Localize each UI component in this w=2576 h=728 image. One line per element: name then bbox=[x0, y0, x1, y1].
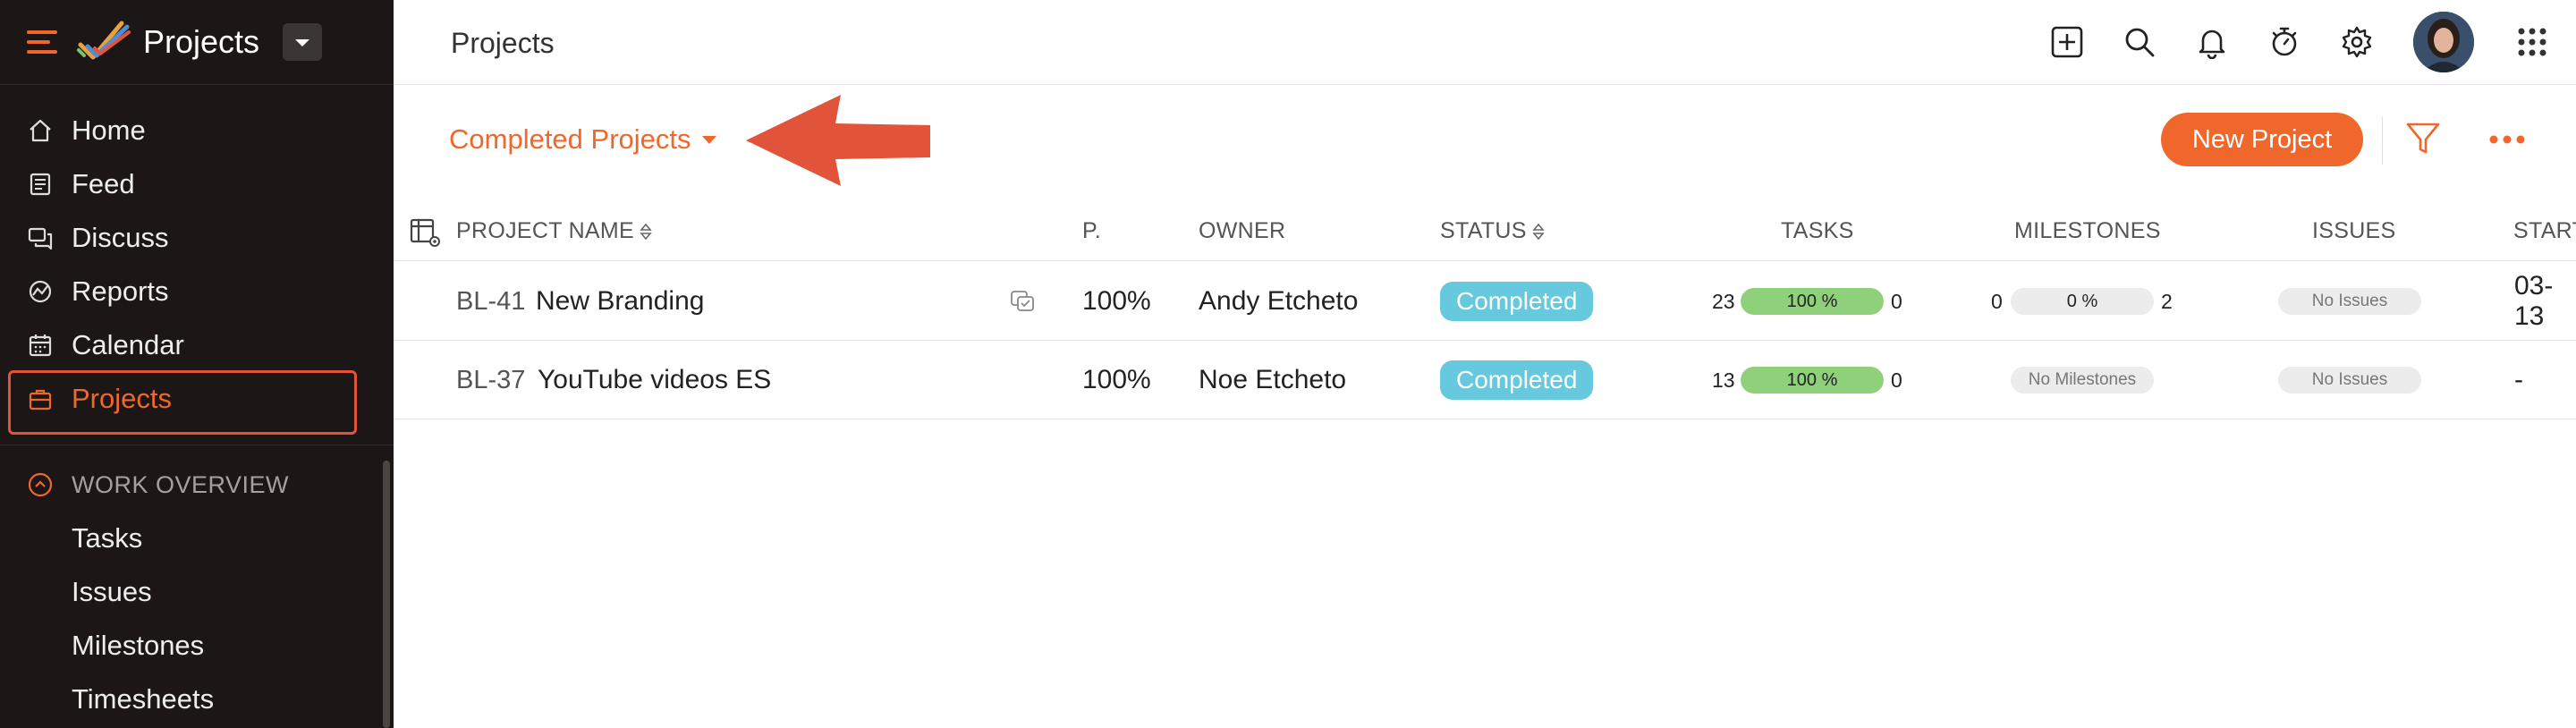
user-avatar[interactable] bbox=[2413, 12, 2474, 72]
table-row[interactable]: BL-41 New Branding 100% Andy Etcheto Com… bbox=[394, 262, 2576, 341]
column-header-issues[interactable]: ISSUES bbox=[2312, 218, 2396, 244]
sidebar-item-feed[interactable]: Feed bbox=[27, 161, 135, 207]
discussion-icon[interactable] bbox=[1009, 262, 1036, 341]
sidebar-item-label: Reports bbox=[72, 275, 169, 307]
sidebar-item-tasks[interactable]: Tasks bbox=[72, 522, 142, 554]
sidebar-item-milestones[interactable]: Milestones bbox=[72, 630, 204, 662]
column-settings-icon[interactable] bbox=[410, 216, 442, 249]
project-name-link[interactable]: New Branding bbox=[536, 262, 704, 341]
sidebar-item-label: Calendar bbox=[72, 329, 184, 360]
project-owner[interactable]: Andy Etcheto bbox=[1199, 262, 1358, 341]
timer-icon[interactable] bbox=[2264, 21, 2305, 63]
sidebar-item-label: Projects bbox=[72, 383, 172, 414]
column-header-milestones[interactable]: MILESTONES bbox=[2014, 218, 2161, 244]
status-cell: Completed bbox=[1440, 341, 1594, 419]
tasks-progress-bar: 100 % bbox=[1741, 367, 1884, 394]
progress-label: 100 % bbox=[1786, 291, 1838, 311]
sidebar-scrollbar[interactable] bbox=[383, 461, 390, 728]
sidebar-item-home[interactable]: Home bbox=[27, 107, 146, 154]
briefcase-icon bbox=[27, 385, 54, 412]
chevron-up-circle-icon bbox=[27, 471, 54, 498]
sidebar-item-label: Feed bbox=[72, 168, 135, 199]
page-title: Projects bbox=[451, 27, 555, 59]
column-label: PROJECT NAME bbox=[456, 218, 634, 243]
milestones-closed-count[interactable]: 2 bbox=[2161, 262, 2173, 341]
bell-icon[interactable] bbox=[2191, 21, 2233, 63]
progress-label: 0 % bbox=[2066, 291, 2098, 311]
project-owner[interactable]: Noe Etcheto bbox=[1199, 341, 1346, 419]
column-label: STATUS bbox=[1440, 218, 1527, 243]
sidebar-item-label: Discuss bbox=[72, 222, 169, 253]
sidebar-item-discuss[interactable]: Discuss bbox=[27, 215, 169, 261]
work-overview-toggle[interactable]: WORK OVERVIEW bbox=[27, 467, 289, 503]
sidebar-item-label: Home bbox=[72, 114, 146, 146]
column-header-owner[interactable]: OWNER bbox=[1199, 218, 1285, 244]
reports-icon bbox=[27, 278, 54, 305]
column-header-tasks[interactable]: TASKS bbox=[1781, 218, 1854, 244]
more-options-icon[interactable] bbox=[2488, 134, 2526, 145]
issues-badge: No Issues bbox=[2278, 288, 2421, 315]
progress-label: 100 % bbox=[1786, 369, 1838, 390]
project-id: BL-37 bbox=[456, 365, 526, 394]
sort-icon bbox=[1532, 223, 1545, 240]
caret-down-icon bbox=[701, 135, 716, 144]
sidebar-header: Projects bbox=[0, 0, 394, 85]
milestones-progress-bar: 0 % bbox=[2011, 288, 2154, 315]
column-header-status[interactable]: STATUS bbox=[1440, 218, 1545, 244]
toolbar-divider bbox=[2382, 116, 2383, 165]
status-badge[interactable]: Completed bbox=[1440, 360, 1594, 400]
table-header: PROJECT NAME P. OWNER STATUS TASKS MILES… bbox=[394, 207, 2576, 261]
sidebar-item-issues[interactable]: Issues bbox=[72, 576, 152, 608]
start-date: - bbox=[2514, 365, 2523, 394]
new-project-button[interactable]: New Project bbox=[2161, 113, 2363, 166]
sidebar-divider bbox=[0, 444, 394, 445]
section-title: WORK OVERVIEW bbox=[72, 470, 290, 498]
milestones-open-count[interactable]: 0 bbox=[1991, 262, 2003, 341]
start-date: 03-13 bbox=[2514, 271, 2554, 331]
view-label: Completed Projects bbox=[449, 123, 691, 155]
sidebar-item-projects[interactable]: Projects bbox=[27, 376, 172, 422]
home-icon bbox=[27, 117, 54, 144]
sort-icon bbox=[640, 223, 652, 240]
project-name-link[interactable]: YouTube videos ES bbox=[538, 341, 771, 419]
column-header-project-name[interactable]: PROJECT NAME bbox=[456, 218, 652, 244]
app-logo bbox=[77, 21, 131, 60]
status-cell: Completed bbox=[1440, 262, 1594, 341]
issues-badge: No Issues bbox=[2278, 367, 2421, 394]
tasks-closed-count[interactable]: 0 bbox=[1891, 341, 1902, 419]
top-header: Projects bbox=[394, 0, 2576, 85]
annotation-arrow bbox=[746, 95, 930, 186]
tasks-progress-bar: 100 % bbox=[1741, 288, 1884, 315]
discuss-icon bbox=[27, 224, 54, 251]
sidebar: Projects Home Feed Discuss Reports Calen… bbox=[0, 0, 394, 728]
project-percent: 100% bbox=[1082, 365, 1151, 394]
app-title: Projects bbox=[143, 23, 260, 60]
sidebar-item-calendar[interactable]: Calendar bbox=[27, 322, 184, 368]
column-header-start[interactable]: START bbox=[2513, 218, 2576, 244]
milestones-badge: No Milestones bbox=[2011, 367, 2154, 394]
tasks-open-count[interactable]: 13 bbox=[1712, 341, 1735, 419]
status-badge[interactable]: Completed bbox=[1440, 282, 1594, 321]
project-percent: 100% bbox=[1082, 286, 1151, 316]
add-icon[interactable] bbox=[2046, 21, 2088, 63]
search-icon[interactable] bbox=[2119, 21, 2160, 63]
feed-icon bbox=[27, 171, 54, 198]
table-row[interactable]: BL-37 YouTube videos ES 100% Noe Etcheto… bbox=[394, 341, 2576, 419]
project-id: BL-41 bbox=[456, 286, 526, 316]
sidebar-item-reports[interactable]: Reports bbox=[27, 268, 169, 315]
apps-grid-icon[interactable] bbox=[2512, 21, 2553, 63]
tasks-open-count[interactable]: 23 bbox=[1712, 262, 1735, 341]
column-header-percent[interactable]: P. bbox=[1082, 218, 1101, 244]
calendar-icon bbox=[27, 332, 54, 359]
sidebar-item-timesheets[interactable]: Timesheets bbox=[72, 683, 214, 715]
project-view-dropdown[interactable]: Completed Projects bbox=[449, 123, 716, 156]
settings-gear-icon[interactable] bbox=[2336, 21, 2377, 63]
tasks-closed-count[interactable]: 0 bbox=[1891, 262, 1902, 341]
filter-icon[interactable] bbox=[2404, 120, 2442, 157]
app-switcher-dropdown[interactable] bbox=[283, 23, 322, 61]
menu-icon[interactable] bbox=[27, 30, 57, 54]
